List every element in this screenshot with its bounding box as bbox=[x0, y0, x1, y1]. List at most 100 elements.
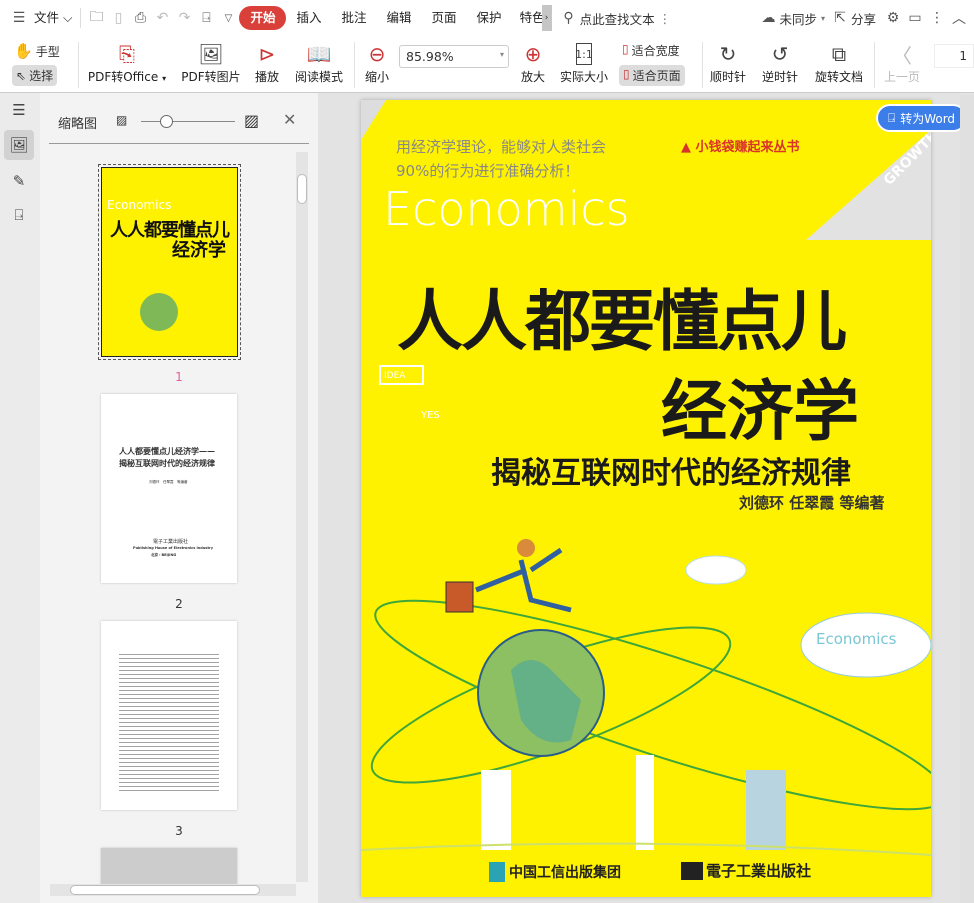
tab-start[interactable]: 开始 bbox=[239, 6, 287, 30]
tab-edit[interactable]: 编辑 bbox=[377, 6, 422, 30]
idea-text: IDEA bbox=[384, 371, 406, 381]
open-folder-icon[interactable]: 🗀 bbox=[85, 6, 107, 30]
text-lines-placeholder bbox=[119, 651, 219, 791]
zoom-in-button[interactable]: ⊕ 放大 bbox=[518, 40, 548, 85]
cloud-at bbox=[685, 555, 747, 585]
cursor-arrow-icon: ⇖ bbox=[16, 68, 27, 83]
search-box[interactable]: 点此查找文本 bbox=[580, 9, 655, 28]
zoom-in-label: 放大 bbox=[520, 70, 545, 84]
rotate-counterclockwise-button[interactable]: ↺ 逆时针 bbox=[760, 40, 800, 85]
rotate-ccw-label: 逆时针 bbox=[761, 70, 798, 84]
fit-page-label: 适合页面 bbox=[632, 69, 681, 83]
fit-width-button[interactable]: ▯ 适合宽度 bbox=[622, 42, 680, 59]
scrollbar-thumb[interactable] bbox=[297, 174, 307, 204]
zoom-out-icon: ⊖ bbox=[368, 42, 386, 66]
cover-title-line2: 经济学 bbox=[661, 373, 859, 450]
thumbnail-icon[interactable]: 🖼 bbox=[4, 130, 34, 160]
main-vertical-scrollbar[interactable] bbox=[960, 95, 974, 903]
rotate-counterclockwise-icon: ↺ bbox=[771, 42, 789, 66]
thumbnail-size-slider[interactable] bbox=[141, 121, 235, 122]
file-label: 文件 bbox=[34, 10, 60, 25]
menu-file[interactable]: 文件 ⌵ bbox=[30, 6, 76, 30]
tab-annotate[interactable]: 批注 bbox=[332, 6, 377, 30]
page-number-input[interactable]: 1 bbox=[934, 44, 974, 68]
fit-page-button[interactable]: ▯ 适合页面 bbox=[619, 65, 685, 86]
feedback-icon[interactable]: ▭ bbox=[904, 10, 926, 26]
outline-list-icon[interactable]: ☰ bbox=[4, 95, 34, 125]
close-panel-icon[interactable]: ✕ bbox=[283, 110, 296, 129]
convert-label: 转为Word bbox=[900, 111, 956, 126]
chevron-left-icon: 〈 bbox=[892, 43, 912, 68]
previous-page-button[interactable]: 〈上一页 bbox=[882, 40, 922, 85]
cover-tagline-2: 90%的行为进行准确分析！ bbox=[396, 162, 580, 180]
hand-icon: ✋ bbox=[14, 42, 33, 60]
thumbnail-page-4[interactable] bbox=[101, 848, 237, 888]
rotate-clockwise-icon: ↻ bbox=[719, 42, 737, 66]
thumbnail-page-3[interactable] bbox=[101, 621, 237, 810]
read-mode-button[interactable]: 📖 阅读模式 bbox=[292, 40, 346, 85]
convert-word-icon[interactable]: ⍈ bbox=[4, 200, 34, 230]
select-tool-button[interactable]: ⇖ 选择 bbox=[12, 65, 58, 86]
tab-scroll-right[interactable]: › bbox=[541, 5, 552, 31]
side-rail: ☰ 🖼 ✎ ⍈ bbox=[0, 93, 40, 903]
p2-authors: 刘德环 任翠霞 等编著 bbox=[149, 480, 188, 484]
thumb-title2: 经济学 bbox=[172, 240, 226, 261]
tab-insert[interactable]: 插入 bbox=[286, 6, 331, 30]
cover-tagline-1: 用经济学理论，能够对人类社会 bbox=[396, 138, 607, 156]
more-dropdown-icon[interactable]: ▽ bbox=[217, 13, 239, 24]
more-vertical-icon[interactable]: ⋮ bbox=[659, 11, 672, 26]
cover-authors: 刘德环 任翠霞 等编著 bbox=[739, 494, 885, 512]
pen-annotation-icon[interactable]: ✎ bbox=[4, 166, 34, 196]
hscrollbar-thumb[interactable] bbox=[70, 885, 260, 895]
cloud-economics-text: Economics bbox=[816, 630, 897, 648]
zoom-level-select[interactable]: 85.98% ▾ bbox=[399, 45, 509, 68]
print-icon[interactable]: ⎙ bbox=[129, 10, 151, 26]
settings-gear-icon[interactable]: ⚙ bbox=[882, 10, 904, 26]
pdf-convert-icon: ⎘ bbox=[119, 42, 135, 66]
large-thumbnail-icon[interactable]: ▨ bbox=[244, 111, 259, 130]
undo-icon[interactable]: ↶ bbox=[151, 10, 173, 26]
book-icon: 📖 bbox=[306, 42, 332, 66]
search-icon: ⚲ bbox=[563, 10, 574, 26]
thumbnail-page-1[interactable]: Economics 人人都要懂点儿 经济学 bbox=[98, 164, 241, 360]
pdf-to-image-button[interactable]: 🖼 PDF转图片 bbox=[180, 40, 242, 85]
fit-page-icon: ▯ bbox=[623, 67, 630, 81]
slider-handle[interactable] bbox=[160, 115, 173, 128]
cover-title-line1: 人人都要懂点儿 bbox=[397, 283, 847, 360]
zoom-out-button[interactable]: ⊖ 缩小 bbox=[362, 40, 392, 85]
tab-features[interactable]: 特色 bbox=[512, 6, 542, 30]
actual-size-button[interactable]: 1:1 实际大小 bbox=[558, 40, 610, 85]
small-thumbnail-icon[interactable]: ▨ bbox=[116, 113, 127, 127]
corner-triangle bbox=[361, 100, 386, 140]
miit-logo bbox=[489, 862, 505, 882]
p2-publisher-en: Publishing House of Electronics Industry bbox=[133, 546, 214, 550]
hand-tool-button[interactable]: ✋ 手型 bbox=[14, 42, 60, 60]
cover-publisher-1: 中国工信出版集团 bbox=[509, 865, 621, 881]
export-word-icon[interactable]: ⍈ bbox=[195, 10, 217, 26]
collapse-ribbon-icon[interactable]: ︿ bbox=[948, 8, 970, 28]
thumbnail-vertical-scrollbar[interactable] bbox=[296, 152, 308, 882]
save-icon[interactable]: ▯ bbox=[107, 10, 129, 26]
thumb-economics: Economics bbox=[107, 198, 172, 212]
rotate-doc-label: 旋转文档 bbox=[814, 70, 863, 84]
redo-icon[interactable]: ↷ bbox=[173, 10, 195, 26]
hand-label: 手型 bbox=[35, 44, 60, 59]
blue-building bbox=[746, 770, 786, 850]
idea-box: IDEA bbox=[379, 365, 424, 385]
page-label-2: 2 bbox=[175, 597, 183, 611]
hamburger-menu-icon[interactable]: ☰ bbox=[8, 10, 30, 26]
tab-page[interactable]: 页面 bbox=[422, 6, 467, 30]
convert-to-word-button[interactable]: ⍈ 转为Word bbox=[876, 104, 968, 132]
sync-status[interactable]: 未同步 bbox=[779, 9, 817, 28]
pdf-to-office-button[interactable]: ⎘ PDF转Office ▾ bbox=[86, 40, 168, 85]
rotate-document-button[interactable]: ⧉ 旋转文档 bbox=[812, 40, 866, 85]
tab-protect[interactable]: 保护 bbox=[467, 6, 512, 30]
thumbnail-page-2[interactable]: 人人都要懂点儿经济学—— 揭秘互联网时代的经济规律 刘德环 任翠霞 等编著 電子… bbox=[101, 394, 237, 583]
thumbnail-horizontal-scrollbar[interactable] bbox=[50, 884, 296, 896]
more-options-icon[interactable]: ⋮ bbox=[926, 10, 948, 26]
play-button[interactable]: ⊳ 播放 bbox=[252, 40, 282, 85]
rotate-clockwise-button[interactable]: ↻ 顺时针 bbox=[708, 40, 748, 85]
tower bbox=[636, 755, 654, 850]
share-button[interactable]: 分享 bbox=[851, 9, 876, 28]
briefcase bbox=[445, 581, 474, 613]
